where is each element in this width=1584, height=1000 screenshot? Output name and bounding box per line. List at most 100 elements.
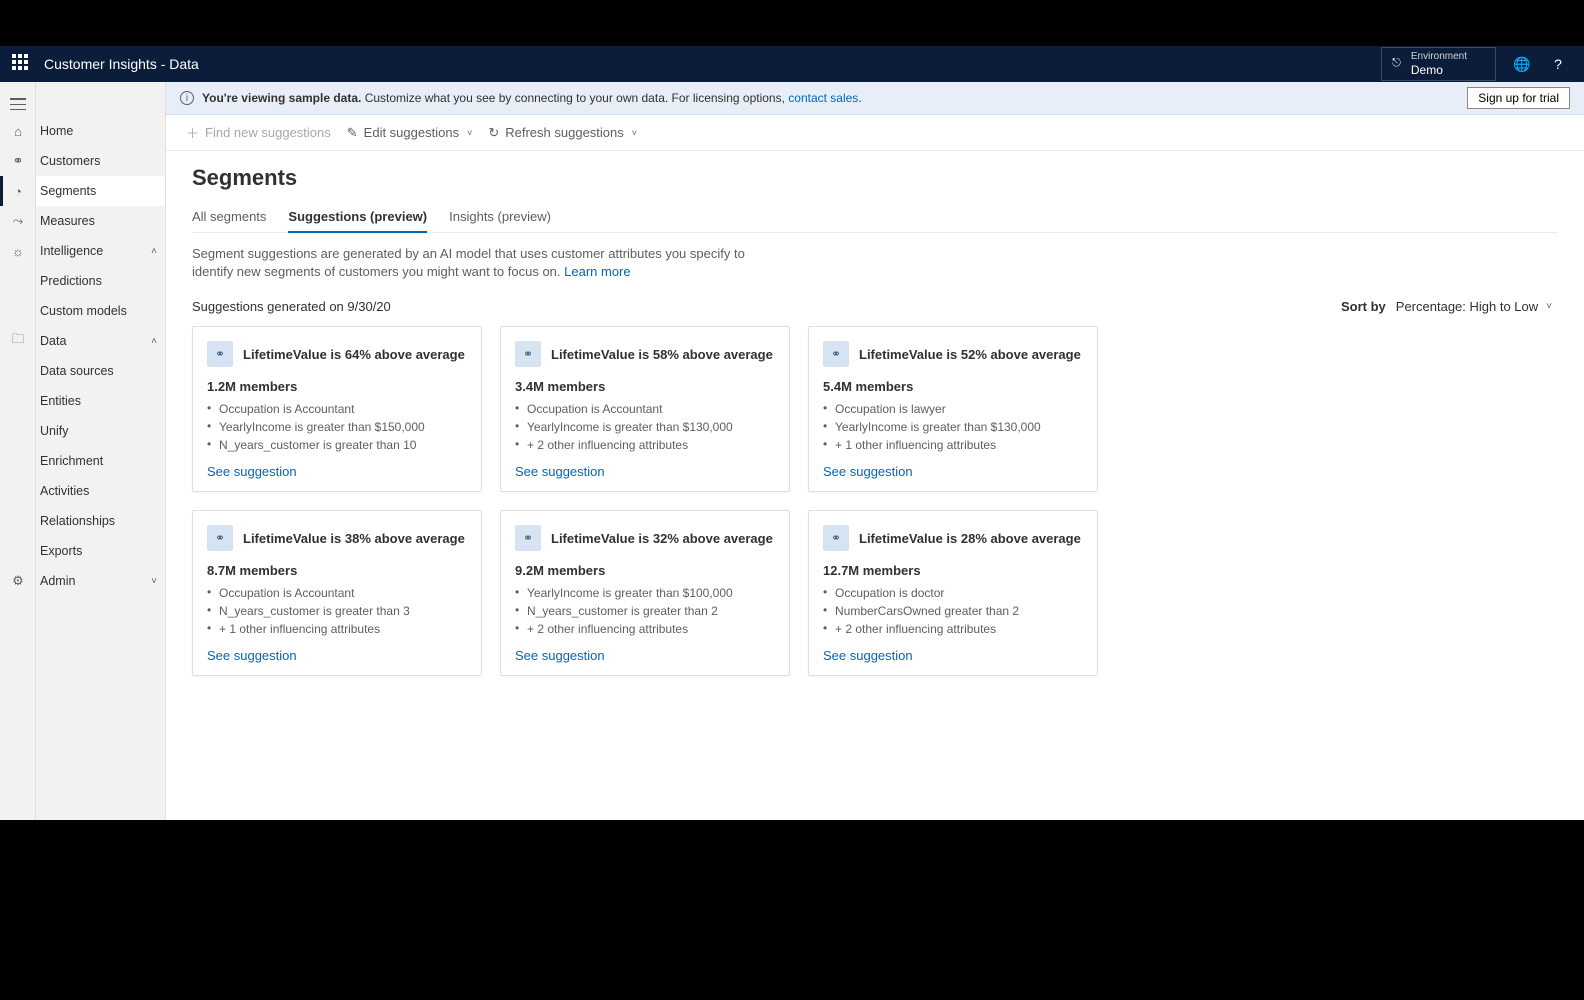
- chevron-up-icon: ˄: [151, 246, 157, 257]
- segment-icon: ⚭: [515, 525, 541, 551]
- suggestion-card[interactable]: ⚭LifetimeValue is 28% above average12.7M…: [808, 510, 1098, 676]
- sort-selector[interactable]: Percentage: High to Low ˅: [1396, 299, 1558, 314]
- card-attribute: + 2 other influencing attributes: [515, 620, 775, 638]
- left-rail: ⌂ ⚭ ◔ ⤳ ☼ 🗀 ⚙: [0, 82, 36, 820]
- card-attributes: Occupation is AccountantYearlyIncome is …: [515, 400, 775, 454]
- card-members: 3.4M members: [515, 379, 775, 394]
- see-suggestion-link[interactable]: See suggestion: [515, 648, 775, 663]
- refresh-suggestions-button[interactable]: ↻ Refresh suggestions ˅: [488, 125, 637, 141]
- nav-customers[interactable]: Customers: [36, 146, 165, 176]
- chevron-down-icon: ˅: [467, 128, 472, 138]
- admin-icon[interactable]: ⚙: [0, 566, 36, 596]
- side-nav: Home Customers Segments Measures Intelli…: [36, 82, 166, 820]
- segments-icon[interactable]: ◔: [0, 176, 36, 206]
- card-attribute: Occupation is Accountant: [207, 400, 467, 418]
- signup-trial-button[interactable]: Sign up for trial: [1467, 87, 1570, 109]
- card-attribute: YearlyIncome is greater than $130,000: [515, 418, 775, 436]
- see-suggestion-link[interactable]: See suggestion: [823, 464, 1083, 479]
- nav-measures[interactable]: Measures: [36, 206, 165, 236]
- find-suggestions-button[interactable]: ＋ Find new suggestions: [186, 123, 331, 142]
- see-suggestion-link[interactable]: See suggestion: [515, 464, 775, 479]
- help-icon[interactable]: ?: [1540, 46, 1576, 82]
- nav-data[interactable]: Data˄: [36, 326, 165, 356]
- blank-icon: [0, 296, 36, 326]
- environment-selector[interactable]: ⎋ Environment Demo: [1381, 47, 1496, 81]
- suggestion-card[interactable]: ⚭LifetimeValue is 64% above average1.2M …: [192, 326, 482, 492]
- nav-relationships[interactable]: Relationships: [36, 506, 165, 536]
- tab-all-segments[interactable]: All segments: [192, 203, 266, 232]
- card-attributes: Occupation is lawyerYearlyIncome is grea…: [823, 400, 1083, 454]
- nav-unify[interactable]: Unify: [36, 416, 165, 446]
- nav-custom-models[interactable]: Custom models: [36, 296, 165, 326]
- see-suggestion-link[interactable]: See suggestion: [207, 464, 467, 479]
- blank-icon: [0, 536, 36, 566]
- blank-icon: [0, 476, 36, 506]
- card-attributes: Occupation is AccountantYearlyIncome is …: [207, 400, 467, 454]
- nav-data-sources[interactable]: Data sources: [36, 356, 165, 386]
- refresh-icon: ↻: [488, 125, 499, 141]
- card-title: LifetimeValue is 32% above average: [551, 531, 773, 546]
- nav-predictions[interactable]: Predictions: [36, 266, 165, 296]
- nav-exports[interactable]: Exports: [36, 536, 165, 566]
- chevron-up-icon: ˄: [151, 336, 157, 347]
- blank-icon: [0, 416, 36, 446]
- globe-icon[interactable]: 🌐: [1504, 46, 1540, 82]
- card-attribute: YearlyIncome is greater than $150,000: [207, 418, 467, 436]
- app-title: Customer Insights - Data: [44, 56, 199, 72]
- edit-suggestions-button[interactable]: ✎ Edit suggestions ˅: [347, 125, 473, 141]
- sort-label: Sort by: [1341, 299, 1386, 314]
- intelligence-icon[interactable]: ☼: [0, 236, 36, 266]
- card-members: 1.2M members: [207, 379, 467, 394]
- segment-icon: ⚭: [823, 525, 849, 551]
- customers-icon[interactable]: ⚭: [0, 146, 36, 176]
- card-attribute: N_years_customer is greater than 3: [207, 602, 467, 620]
- nav-segments[interactable]: Segments: [36, 176, 165, 206]
- card-members: 8.7M members: [207, 563, 467, 578]
- nav-activities[interactable]: Activities: [36, 476, 165, 506]
- tab-insights[interactable]: Insights (preview): [449, 203, 551, 232]
- notice-bold: You're viewing sample data.: [202, 91, 361, 105]
- blank-icon: [0, 266, 36, 296]
- blank-icon: [0, 356, 36, 386]
- plus-icon: ＋: [186, 123, 199, 142]
- nav-admin[interactable]: Admin˅: [36, 566, 165, 596]
- card-attribute: Occupation is doctor: [823, 584, 1083, 602]
- chevron-down-icon: ˅: [632, 128, 637, 138]
- data-icon[interactable]: 🗀: [0, 326, 36, 356]
- suggestion-card[interactable]: ⚭ LifetimeValue is 58% above average 3.4M …: [500, 326, 790, 492]
- see-suggestion-link[interactable]: See suggestion: [207, 648, 467, 663]
- card-members: 5.4M members: [823, 379, 1083, 394]
- edit-icon: ✎: [347, 125, 358, 141]
- card-attribute: YearlyIncome is greater than $130,000: [823, 418, 1083, 436]
- description: Segment suggestions are generated by an …: [192, 245, 752, 281]
- card-attribute: + 2 other influencing attributes: [823, 620, 1083, 638]
- sample-data-notice: i You're viewing sample data. Customize …: [166, 82, 1584, 115]
- nav-enrichment[interactable]: Enrichment: [36, 446, 165, 476]
- suggestion-card[interactable]: ⚭LifetimeValue is 52% above average5.4M …: [808, 326, 1098, 492]
- blank-icon: [0, 446, 36, 476]
- card-title: LifetimeValue is 52% above average: [859, 347, 1081, 362]
- measures-icon[interactable]: ⤳: [0, 206, 36, 236]
- card-attribute: Occupation is Accountant: [515, 400, 775, 418]
- card-attributes: YearlyIncome is greater than $100,000N_y…: [515, 584, 775, 638]
- nav-intelligence[interactable]: Intelligence˄: [36, 236, 165, 266]
- learn-more-link[interactable]: Learn more: [564, 264, 630, 279]
- tab-suggestions[interactable]: Suggestions (preview): [288, 203, 427, 232]
- card-attribute: Occupation is Accountant: [207, 584, 467, 602]
- suggestion-card[interactable]: ⚭LifetimeValue is 38% above average8.7M …: [192, 510, 482, 676]
- segment-icon: ⚭: [515, 341, 541, 367]
- app-launcher-icon[interactable]: [12, 54, 32, 74]
- info-icon: i: [180, 91, 194, 105]
- card-attribute: Occupation is lawyer: [823, 400, 1083, 418]
- command-bar: ＋ Find new suggestions ✎ Edit suggestion…: [166, 115, 1584, 151]
- nav-entities[interactable]: Entities: [36, 386, 165, 416]
- suggestion-card[interactable]: ⚭LifetimeValue is 32% above average9.2M …: [500, 510, 790, 676]
- see-suggestion-link[interactable]: See suggestion: [823, 648, 1083, 663]
- card-attributes: Occupation is AccountantN_years_customer…: [207, 584, 467, 638]
- notice-text: Customize what you see by connecting to …: [361, 91, 788, 105]
- card-title: LifetimeValue is 58% above average: [551, 347, 773, 362]
- home-icon[interactable]: ⌂: [0, 116, 36, 146]
- generated-timestamp: Suggestions generated on 9/30/20: [192, 299, 391, 314]
- contact-sales-link[interactable]: contact sales: [788, 91, 858, 105]
- nav-home[interactable]: Home: [36, 116, 165, 146]
